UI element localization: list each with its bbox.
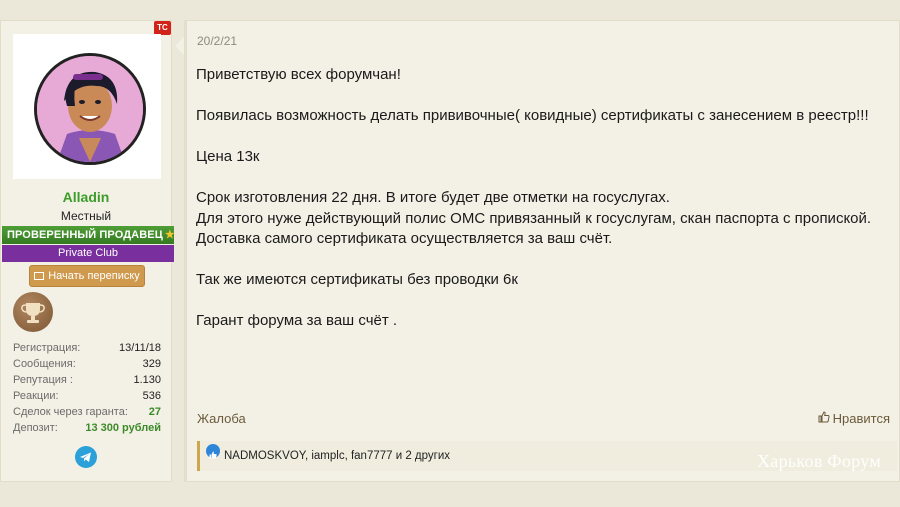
verified-label: ПРОВЕРЕННЫЙ ПРОДАВЕЦ [7, 229, 163, 241]
post-line: Для этого нуже действующий полис ОМС при… [196, 209, 872, 227]
stat-label: Сделок через гаранта: [13, 406, 128, 418]
envelope-icon [34, 272, 45, 280]
stat-registration: Регистрация: 13/11/18 [13, 340, 161, 356]
private-club-banner: Private Club [2, 245, 174, 262]
post-gap [196, 127, 896, 148]
stat-reactions: Реакции: 536 [13, 388, 161, 404]
post-gap [196, 86, 896, 107]
report-link[interactable]: Жалоба [197, 411, 246, 426]
stat-value: 13/11/18 [118, 342, 161, 354]
post-container: 20/2/21 Приветствую всех форумчан! Появи… [184, 20, 900, 482]
telegram-icon[interactable] [75, 446, 97, 468]
stat-value: 1.130 [133, 374, 161, 386]
post-gap [196, 291, 896, 312]
start-conversation-button[interactable]: Начать переписку [29, 265, 145, 287]
stat-value: 536 [142, 390, 161, 402]
stat-label: Регистрация: [13, 342, 81, 354]
thumbs-up-icon [818, 411, 830, 426]
stat-escrow-deals: Сделок через гаранта: 27 [13, 404, 161, 420]
post-line: Доставка самого сертификата осуществляет… [196, 230, 613, 247]
stat-value: 329 [142, 358, 161, 370]
stat-label: Сообщения: [13, 358, 76, 370]
post-line: Срок изготовления 22 дня. В итоге будет … [196, 189, 670, 206]
like-label: Нравится [832, 411, 890, 426]
post-line: Появилась возможность делать прививочные… [196, 107, 869, 124]
tc-badge: TC [154, 21, 171, 35]
watermark: Харьков Форум [757, 451, 882, 471]
stat-deposit: Депозит: 13 300 рублей [13, 420, 161, 436]
stat-reputation: Репутация : 1.130 [13, 372, 161, 388]
username[interactable]: Alladin [0, 189, 172, 205]
start-conversation-label: Начать переписку [48, 270, 140, 282]
star-icon: ★ [164, 229, 175, 241]
like-reaction-icon [206, 444, 220, 459]
post-date[interactable]: 20/2/21 [197, 34, 237, 48]
trophy-icon[interactable] [13, 292, 53, 332]
post-line: Так же имеются сертификаты без проводки … [196, 271, 518, 288]
user-stats: Регистрация: 13/11/18 Сообщения: 329 Репут… [13, 340, 161, 436]
user-title: Местный [60, 209, 112, 223]
stat-label: Реакции: [13, 390, 59, 402]
avatar[interactable] [34, 53, 146, 165]
telegram-glyph [80, 452, 91, 462]
avatar-image [37, 56, 143, 162]
trophy-glyph [21, 303, 45, 323]
avatar-frame [13, 34, 161, 179]
post-gap [196, 168, 896, 189]
stat-label: Депозит: [13, 422, 58, 434]
verified-seller-banner: ПРОВЕРЕННЫЙ ПРОДАВЕЦ ★ [2, 226, 175, 244]
stat-messages: Сообщения: 329 [13, 356, 161, 372]
post-body: Приветствую всех форумчан! Появилась воз… [196, 65, 896, 332]
stat-value: 13 300 рублей [85, 422, 161, 434]
reactions-text: NADMOSKVOY, iamplc, fan7777 и 2 других [224, 450, 451, 462]
post-gap [196, 250, 896, 271]
stat-value: 27 [148, 406, 161, 418]
post-line: Цена 13к [196, 148, 260, 165]
post-line: Гарант форума за ваш счёт . [196, 312, 398, 329]
thumbs-up-glyph [818, 411, 830, 423]
like-reaction-glyph [209, 451, 217, 459]
post-arrow [175, 37, 184, 55]
stat-label: Репутация : [13, 374, 73, 386]
like-button[interactable]: Нравится [818, 411, 890, 426]
post-line: Приветствую всех форумчан! [196, 66, 401, 83]
